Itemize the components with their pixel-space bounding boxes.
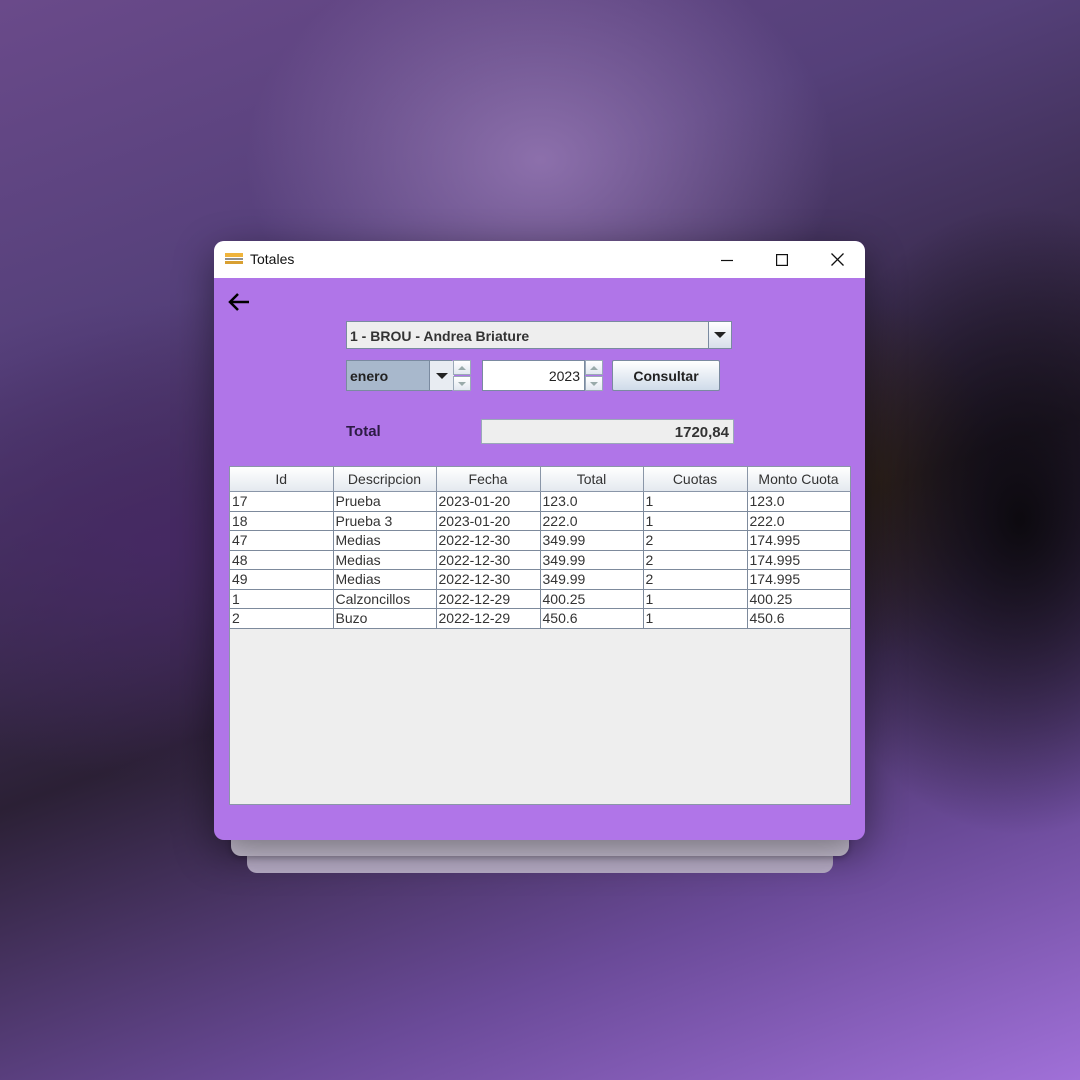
cell-descripcion[interactable]: Prueba 3 (332, 510, 437, 531)
table-row[interactable]: 1 Calzoncillos 2022-12-29 400.25 1 400.2… (230, 588, 851, 609)
minimize-button[interactable] (704, 241, 750, 278)
cell-descripcion[interactable]: Medias (332, 569, 437, 590)
month-spin-down-button[interactable] (453, 376, 471, 391)
month-dropdown-button[interactable] (429, 361, 454, 390)
cell-id[interactable]: 47 (230, 530, 334, 551)
consultar-button[interactable]: Consultar (612, 360, 720, 391)
year-spin-down-button[interactable] (585, 376, 603, 391)
data-table: Id Descripcion Fecha Total Cuotas Monto … (230, 467, 851, 629)
cell-monto-cuota[interactable]: 222.0 (746, 510, 851, 531)
bank-combobox[interactable]: 1 - BROU - Andrea Briature (346, 321, 732, 349)
total-field: 1720,84 (481, 419, 734, 444)
cell-id[interactable]: 18 (230, 510, 334, 531)
totales-window: Totales 1 - BROU - Andrea Briature enero (214, 241, 865, 840)
cell-descripcion[interactable]: Buzo (332, 608, 437, 629)
table-header-row: Id Descripcion Fecha Total Cuotas Monto … (230, 467, 851, 492)
cell-monto-cuota[interactable]: 174.995 (746, 549, 851, 570)
spin-up-icon (458, 365, 466, 370)
cell-fecha[interactable]: 2022-12-30 (435, 569, 541, 590)
cell-fecha[interactable]: 2022-12-30 (435, 530, 541, 551)
arrow-left-icon (228, 293, 249, 311)
cell-monto-cuota[interactable]: 174.995 (746, 530, 851, 551)
close-button[interactable] (814, 241, 860, 278)
cell-total[interactable]: 123.0 (539, 491, 644, 512)
cell-cuotas[interactable]: 1 (642, 608, 748, 629)
cell-total[interactable]: 349.99 (539, 569, 644, 590)
total-label: Total (346, 423, 381, 440)
cell-cuotas[interactable]: 2 (642, 549, 748, 570)
bank-dropdown-button[interactable] (708, 322, 731, 348)
spin-down-icon (458, 381, 466, 386)
cell-id[interactable]: 1 (230, 588, 334, 609)
cell-fecha[interactable]: 2023-01-20 (435, 491, 541, 512)
table-row[interactable]: 49 Medias 2022-12-30 349.99 2 174.995 (230, 569, 851, 590)
cell-monto-cuota[interactable]: 123.0 (746, 491, 851, 512)
table-row[interactable]: 47 Medias 2022-12-30 349.99 2 174.995 (230, 530, 851, 551)
bank-selected-value: 1 - BROU - Andrea Briature (350, 328, 530, 344)
year-spin-up-button[interactable] (585, 360, 603, 375)
month-selected-value: enero (350, 368, 389, 384)
cell-total[interactable]: 450.6 (539, 608, 644, 629)
maximize-icon (776, 253, 788, 266)
cell-id[interactable]: 48 (230, 549, 334, 570)
column-header-fecha[interactable]: Fecha (435, 467, 541, 492)
month-combobox[interactable]: enero (346, 360, 454, 391)
cell-total[interactable]: 349.99 (539, 530, 644, 551)
close-icon (830, 253, 844, 266)
cell-monto-cuota[interactable]: 450.6 (746, 608, 851, 629)
cell-descripcion[interactable]: Prueba (332, 491, 437, 512)
cell-cuotas[interactable]: 1 (642, 588, 748, 609)
cell-cuotas[interactable]: 2 (642, 569, 748, 590)
card-icon (225, 253, 243, 264)
month-spinner (453, 360, 471, 391)
cell-cuotas[interactable]: 1 (642, 510, 748, 531)
cell-id[interactable]: 2 (230, 608, 334, 629)
cell-descripcion[interactable]: Medias (332, 530, 437, 551)
table-row[interactable]: 2 Buzo 2022-12-29 450.6 1 450.6 (230, 608, 851, 629)
spin-up-icon (590, 365, 598, 370)
cell-id[interactable]: 49 (230, 569, 334, 590)
table-row[interactable]: 18 Prueba 3 2023-01-20 222.0 1 222.0 (230, 510, 851, 531)
cell-total[interactable]: 222.0 (539, 510, 644, 531)
column-header-descripcion[interactable]: Descripcion (332, 467, 437, 492)
cell-total[interactable]: 400.25 (539, 588, 644, 609)
chevron-down-icon (714, 332, 726, 338)
column-header-id[interactable]: Id (230, 467, 334, 492)
cell-total[interactable]: 349.99 (539, 549, 644, 570)
cell-monto-cuota[interactable]: 174.995 (746, 569, 851, 590)
back-button[interactable] (227, 291, 251, 313)
table-row[interactable]: 48 Medias 2022-12-30 349.99 2 174.995 (230, 549, 851, 570)
window-title: Totales (250, 251, 295, 267)
cell-cuotas[interactable]: 1 (642, 491, 748, 512)
cell-fecha[interactable]: 2023-01-20 (435, 510, 541, 531)
cell-fecha[interactable]: 2022-12-29 (435, 588, 541, 609)
totals-table: Id Descripcion Fecha Total Cuotas Monto … (229, 466, 851, 805)
year-input[interactable]: 2023 (482, 360, 585, 391)
maximize-button[interactable] (759, 241, 805, 278)
year-spinner (585, 360, 603, 391)
chevron-down-icon (436, 372, 448, 379)
cell-fecha[interactable]: 2022-12-30 (435, 549, 541, 570)
column-header-total[interactable]: Total (539, 467, 644, 492)
total-value: 1720,84 (674, 424, 729, 441)
month-field[interactable]: enero (347, 361, 429, 390)
cell-descripcion[interactable]: Medias (332, 549, 437, 570)
cell-fecha[interactable]: 2022-12-29 (435, 608, 541, 629)
spin-down-icon (590, 381, 598, 386)
cell-monto-cuota[interactable]: 400.25 (746, 588, 851, 609)
year-value: 2023 (548, 368, 580, 384)
cell-id[interactable]: 17 (230, 491, 334, 512)
minimize-icon (721, 259, 733, 261)
column-header-monto-cuota[interactable]: Monto Cuota (746, 467, 851, 492)
table-row[interactable]: 17 Prueba 2023-01-20 123.0 1 123.0 (230, 491, 851, 512)
column-header-cuotas[interactable]: Cuotas (642, 467, 748, 492)
month-spin-up-button[interactable] (453, 360, 471, 375)
title-bar[interactable]: Totales (214, 241, 865, 278)
cell-cuotas[interactable]: 2 (642, 530, 748, 551)
cell-descripcion[interactable]: Calzoncillos (332, 588, 437, 609)
